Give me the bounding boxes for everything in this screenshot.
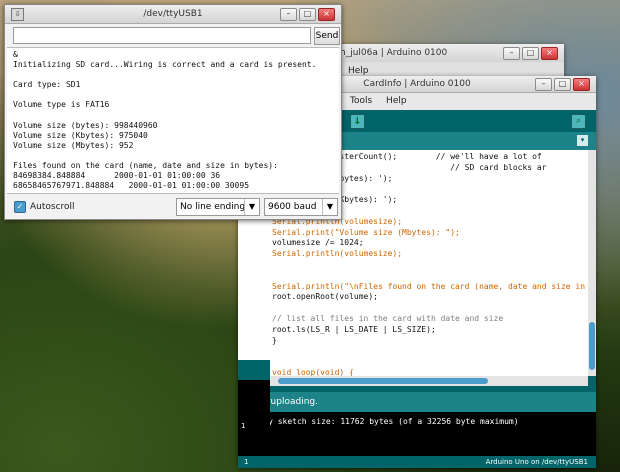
menu-help[interactable]: Help — [348, 66, 369, 76]
serial-output-line — [13, 90, 316, 100]
serial-output-line: 84698384.848884 2000-01-01 01:00:00 36 — [13, 171, 221, 181]
serial-monitor-titlebar: ⇩ /dev/ttyUSB1 – □ × — [5, 5, 341, 24]
back-window-title: h_jul06a | Arduino 0100 — [340, 48, 448, 58]
serial-output-line: 68658465767971.848884 2000-01-01 01:00:0… — [13, 181, 250, 191]
maximize-icon[interactable]: □ — [554, 78, 571, 91]
minimize-icon[interactable]: – — [535, 78, 552, 91]
minimize-icon[interactable]: – — [503, 47, 520, 60]
autoscroll-checkbox-icon[interactable]: ✓ — [14, 201, 26, 213]
code-line: root.ls(LS_R | LS_DATE | LS_SIZE); — [272, 324, 436, 334]
scrollbar-thumb[interactable] — [589, 322, 595, 370]
serial-output-line: Files found on the card (name, date and … — [13, 161, 278, 171]
minimize-icon[interactable]: – — [280, 8, 297, 21]
serial-output-line: Volume type is FAT16 — [13, 100, 110, 110]
close-icon[interactable]: × — [318, 8, 335, 21]
strip-teal-bar — [238, 360, 270, 380]
line-ending-select[interactable]: No line ending ▼ — [176, 198, 260, 216]
back-arduino-window: h_jul06a | Arduino 0100 – □ × Help — [330, 44, 564, 80]
code-line: // list all files in the card with date … — [272, 313, 504, 323]
board-info: Arduino Uno on /dev/ttyUSB1 — [485, 458, 588, 466]
send-button[interactable]: Send — [314, 27, 340, 45]
autoscroll-label: Autoscroll — [30, 202, 75, 212]
serial-output-line: Initializing SD card...Wiring is correct… — [13, 60, 317, 70]
code-line: volumesize /= 1024; — [272, 238, 364, 248]
ide-footer: 1 Arduino Uno on /dev/ttyUSB1 — [238, 456, 596, 468]
code-line: } — [272, 335, 277, 345]
strip-line-number: 1 — [241, 422, 246, 430]
ide-title: CardInfo | Arduino 0100 — [363, 79, 471, 89]
serial-monitor-icon: ⇩ — [11, 8, 24, 21]
code-line: Serial.print("Volume size (Mbytes): "); — [272, 227, 460, 237]
editor-horizontal-scrollbar[interactable] — [268, 376, 588, 386]
close-icon[interactable]: × — [541, 47, 558, 60]
serial-output-line — [13, 111, 316, 121]
hscroll-thumb[interactable] — [278, 378, 488, 384]
code-line: Serial.println(volumesize); — [272, 249, 403, 259]
close-icon[interactable]: × — [573, 78, 590, 91]
ide-status-bar: Done uploading. — [238, 392, 596, 412]
editor-vertical-scrollbar[interactable] — [588, 150, 596, 376]
serial-search-icon[interactable]: ⌕ — [571, 114, 586, 129]
dropdown-arrow-icon: ▼ — [322, 199, 337, 215]
serial-output-line: & — [13, 50, 18, 59]
code-line: void loop(void) { — [272, 367, 354, 376]
serial-input[interactable] — [13, 27, 311, 44]
background-window-strip: 1 — [238, 360, 270, 456]
back-window-titlebar: h_jul06a | Arduino 0100 – □ × — [330, 44, 564, 63]
line-ending-value: No line ending — [180, 202, 246, 212]
menu-tools[interactable]: Tools — [350, 96, 372, 106]
serial-output-line: Volume size (Mbytes): 952 — [13, 140, 134, 150]
menu-help[interactable]: Help — [386, 96, 407, 106]
code-line: Serial.println("\nFiles found on the car… — [272, 281, 586, 291]
console-text: Binary sketch size: 11762 bytes (of a 32… — [244, 417, 519, 426]
serial-output-lines: & Initializing SD card...Wiring is correc… — [13, 50, 316, 191]
serial-output-line: Volume size (Kbytes): 975040 — [13, 130, 148, 140]
serial-output: & Initializing SD card...Wiring is correc… — [7, 47, 339, 194]
serial-monitor-title: /dev/ttyUSB1 — [143, 9, 203, 19]
tab-menu-button[interactable]: ▾ — [577, 135, 588, 146]
baud-rate-select[interactable]: 9600 baud ▼ — [264, 198, 338, 216]
serial-monitor-window: ⇩ /dev/ttyUSB1 – □ × Send & Initializing … — [4, 4, 342, 220]
serial-output-line: Volume size (bytes): 998440960 — [13, 120, 158, 130]
ide-console: Binary sketch size: 11762 bytes (of a 32… — [238, 412, 596, 456]
baud-rate-value: 9600 baud — [268, 202, 317, 212]
code-line: root.openRoot(volume); — [272, 292, 378, 302]
line-number: 1 — [244, 458, 249, 466]
maximize-icon[interactable]: □ — [522, 47, 539, 60]
maximize-icon[interactable]: □ — [299, 8, 316, 21]
upload-arrow-icon[interactable]: ↓ — [350, 114, 365, 129]
serial-output-line — [13, 151, 316, 161]
serial-output-line — [13, 70, 316, 80]
dropdown-arrow-icon: ▼ — [244, 199, 259, 215]
serial-output-line: Card type: SD1 — [13, 80, 81, 90]
